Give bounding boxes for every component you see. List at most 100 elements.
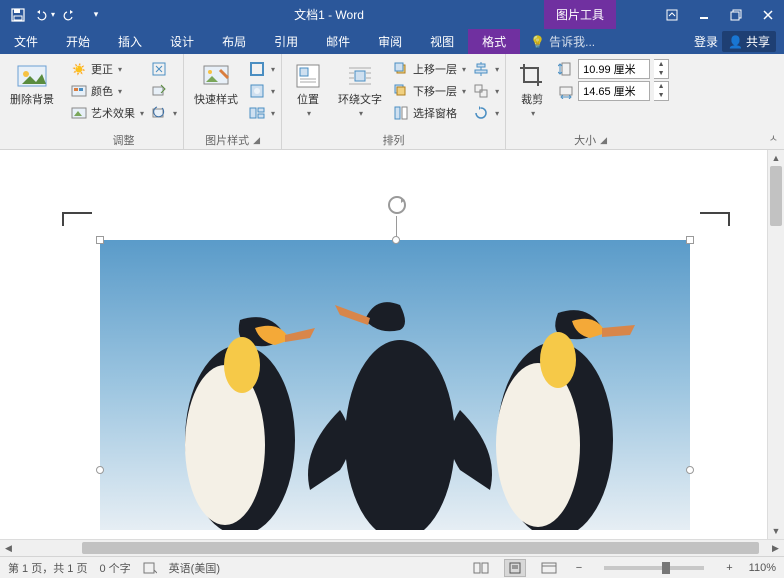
handle-tm[interactable] bbox=[392, 236, 400, 244]
tell-me-search[interactable]: 💡 告诉我... bbox=[520, 29, 605, 54]
zoom-slider-thumb[interactable] bbox=[662, 562, 670, 574]
group-objects-button[interactable]: ▾ bbox=[472, 80, 499, 102]
document-page[interactable] bbox=[0, 150, 767, 539]
quick-styles-icon bbox=[200, 60, 232, 92]
wrap-label: 环绕文字 bbox=[338, 94, 382, 107]
ribbon-options-button[interactable] bbox=[656, 0, 688, 29]
remove-background-label: 删除背景 bbox=[10, 94, 54, 107]
tab-home[interactable]: 开始 bbox=[52, 29, 104, 54]
undo-button[interactable]: ▾ bbox=[32, 3, 56, 27]
scroll-left-arrow[interactable]: ◀ bbox=[0, 543, 17, 554]
handle-mr[interactable] bbox=[686, 466, 694, 474]
width-input[interactable] bbox=[578, 81, 650, 101]
color-button[interactable]: 颜色▾ bbox=[70, 80, 144, 102]
handle-ml[interactable] bbox=[96, 466, 104, 474]
tab-insert[interactable]: 插入 bbox=[104, 29, 156, 54]
horizontal-scrollbar[interactable]: ◀ ▶ bbox=[0, 539, 784, 556]
redo-button[interactable] bbox=[58, 3, 82, 27]
arrange-group-label: 排列 bbox=[383, 132, 405, 148]
height-step-up[interactable]: ▲ bbox=[654, 60, 668, 69]
tab-references[interactable]: 引用 bbox=[260, 29, 312, 54]
scroll-up-arrow[interactable]: ▲ bbox=[768, 150, 784, 166]
compress-pictures-button[interactable] bbox=[150, 58, 177, 80]
vertical-scroll-thumb[interactable] bbox=[770, 166, 782, 226]
qat-customize-button[interactable]: ▾ bbox=[84, 3, 108, 27]
zoom-in-button[interactable]: + bbox=[722, 562, 736, 574]
tab-file[interactable]: 文件 bbox=[0, 29, 52, 54]
height-step-down[interactable]: ▼ bbox=[654, 69, 668, 78]
crop-button[interactable]: 裁剪 ▾ bbox=[512, 58, 552, 120]
send-backward-button[interactable]: 下移一层▾ bbox=[392, 80, 466, 102]
horizontal-scroll-thumb[interactable] bbox=[82, 542, 759, 554]
quick-styles-button[interactable]: 快速样式 bbox=[190, 58, 242, 109]
picture-effects-icon bbox=[248, 82, 266, 100]
picture-effects-button[interactable]: ▾ bbox=[248, 80, 275, 102]
brightness-icon: ☀️ bbox=[70, 60, 88, 78]
handle-tr[interactable] bbox=[686, 236, 694, 244]
group-icon bbox=[472, 82, 490, 100]
change-picture-button[interactable] bbox=[150, 80, 177, 102]
position-label: 位置 bbox=[297, 94, 319, 107]
word-count[interactable]: 0 个字 bbox=[99, 560, 130, 576]
vertical-scrollbar[interactable]: ▲ ▼ bbox=[767, 150, 784, 539]
print-layout-button[interactable] bbox=[504, 559, 526, 577]
read-mode-button[interactable] bbox=[470, 559, 492, 577]
picture-layout-button[interactable]: ▾ bbox=[248, 102, 275, 124]
tab-layout[interactable]: 布局 bbox=[208, 29, 260, 54]
restore-button[interactable] bbox=[720, 0, 752, 29]
remove-background-icon bbox=[16, 60, 48, 92]
reset-picture-button[interactable]: ▾ bbox=[150, 102, 177, 124]
width-step-down[interactable]: ▼ bbox=[654, 91, 668, 100]
position-button[interactable]: 位置 ▾ bbox=[288, 58, 328, 120]
align-button[interactable]: ▾ bbox=[472, 58, 499, 80]
bring-forward-icon bbox=[392, 60, 410, 78]
height-input[interactable] bbox=[578, 59, 650, 79]
close-button[interactable] bbox=[752, 0, 784, 29]
artistic-effects-button[interactable]: 艺术效果▾ bbox=[70, 102, 144, 124]
change-picture-icon bbox=[150, 82, 168, 100]
scroll-right-arrow[interactable]: ▶ bbox=[767, 543, 784, 554]
rotate-handle-icon[interactable] bbox=[386, 194, 408, 216]
remove-background-button[interactable]: 删除背景 bbox=[6, 58, 58, 109]
styles-dialog-launcher[interactable]: ◢ bbox=[253, 135, 260, 146]
corrections-button[interactable]: ☀️更正▾ bbox=[70, 58, 144, 80]
wrap-text-button[interactable]: 环绕文字 ▾ bbox=[334, 58, 386, 120]
selection-pane-label: 选择窗格 bbox=[413, 105, 457, 121]
reset-icon bbox=[150, 104, 168, 122]
save-button[interactable] bbox=[6, 3, 30, 27]
horizontal-scroll-track[interactable] bbox=[17, 540, 767, 556]
rotate-icon bbox=[472, 104, 490, 122]
group-remove-background: 删除背景 bbox=[0, 54, 64, 149]
crop-label: 裁剪 bbox=[521, 94, 543, 107]
tab-design[interactable]: 设计 bbox=[156, 29, 208, 54]
selection-pane-button[interactable]: 选择窗格 bbox=[392, 102, 466, 124]
zoom-level[interactable]: 110% bbox=[749, 562, 776, 574]
language-status[interactable]: 英语(美国) bbox=[169, 560, 220, 576]
lightbulb-icon: 💡 bbox=[530, 35, 545, 49]
tab-review[interactable]: 审阅 bbox=[364, 29, 416, 54]
tab-format[interactable]: 格式 bbox=[468, 29, 520, 54]
minimize-button[interactable] bbox=[688, 0, 720, 29]
size-dialog-launcher[interactable]: ◢ bbox=[600, 135, 607, 146]
login-link[interactable]: 登录 bbox=[694, 33, 718, 50]
bring-forward-button[interactable]: 上移一层▾ bbox=[392, 58, 466, 80]
selected-image[interactable] bbox=[100, 240, 690, 530]
handle-tl[interactable] bbox=[96, 236, 104, 244]
selection-pane-icon bbox=[392, 104, 410, 122]
rotate-button[interactable]: ▾ bbox=[472, 102, 499, 124]
tab-view[interactable]: 视图 bbox=[416, 29, 468, 54]
share-button[interactable]: 👤共享 bbox=[722, 31, 776, 52]
tab-mailings[interactable]: 邮件 bbox=[312, 29, 364, 54]
crop-guide-tl bbox=[62, 212, 92, 226]
width-step-up[interactable]: ▲ bbox=[654, 82, 668, 91]
scroll-down-arrow[interactable]: ▼ bbox=[768, 523, 784, 539]
zoom-slider[interactable] bbox=[604, 566, 704, 570]
proofing-icon[interactable] bbox=[143, 561, 157, 575]
page-status[interactable]: 第 1 页，共 1 页 bbox=[8, 560, 87, 576]
picture-border-button[interactable]: ▾ bbox=[248, 58, 275, 80]
collapse-ribbon-button[interactable]: ㅅ bbox=[769, 130, 778, 145]
tell-me-label: 告诉我... bbox=[549, 33, 595, 50]
web-layout-button[interactable] bbox=[538, 559, 560, 577]
zoom-out-button[interactable]: − bbox=[572, 562, 586, 574]
ribbon-tabs: 文件 开始 插入 设计 布局 引用 邮件 审阅 视图 格式 💡 告诉我... 登录… bbox=[0, 29, 784, 54]
